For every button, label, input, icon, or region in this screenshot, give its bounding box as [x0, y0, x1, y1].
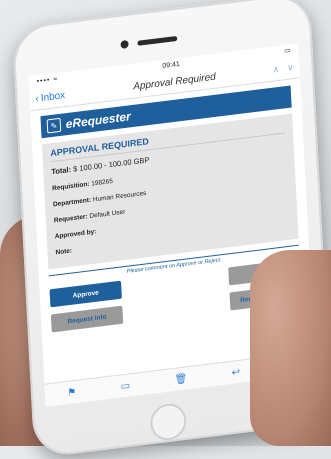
requisition-label: Requisition: [52, 180, 90, 193]
message-navigation: ∧ ∨ [254, 61, 294, 77]
department-label: Department: [52, 196, 92, 209]
total-label: Total: [51, 164, 72, 177]
approval-card: APPROVAL REQUIRED Total: $ 100.00 - 100.… [41, 113, 299, 270]
chevron-down-icon[interactable]: ∨ [287, 61, 294, 73]
note-label: Note: [55, 247, 73, 257]
email-body: ✎ eRequester APPROVAL REQUIRED Total: $ … [30, 78, 309, 285]
requester-label: Requester: [53, 213, 88, 225]
flag-icon[interactable]: ⚑ [67, 386, 76, 398]
brand-name: eRequester [65, 109, 132, 132]
requester-value: Default User [89, 208, 126, 221]
background-thumb [250, 250, 331, 446]
front-camera [120, 39, 129, 49]
folder-icon[interactable]: ▭ [120, 380, 130, 392]
department-value: Human Resources [92, 189, 147, 204]
back-label: Inbox [40, 89, 66, 104]
battery-icon: ▭ [283, 47, 291, 56]
home-button[interactable] [149, 401, 188, 443]
chevron-up-icon[interactable]: ∧ [272, 63, 279, 75]
trash-icon[interactable]: 🗑 [174, 373, 187, 386]
back-button[interactable]: ‹ Inbox [35, 86, 95, 105]
brand-logo-icon: ✎ [46, 117, 62, 134]
chevron-left-icon: ‹ [35, 92, 40, 105]
reply-icon[interactable]: ↩ [231, 366, 240, 378]
signal-indicator: •••• ≈ [36, 75, 59, 85]
approve-button[interactable]: Approve [49, 280, 122, 308]
earpiece-speaker [137, 35, 178, 46]
approved-by-label: Approved by: [54, 228, 97, 241]
requisition-value: 198265 [91, 177, 114, 188]
status-time: 09:41 [162, 60, 180, 70]
request-info-button[interactable]: Request Info [50, 305, 124, 333]
